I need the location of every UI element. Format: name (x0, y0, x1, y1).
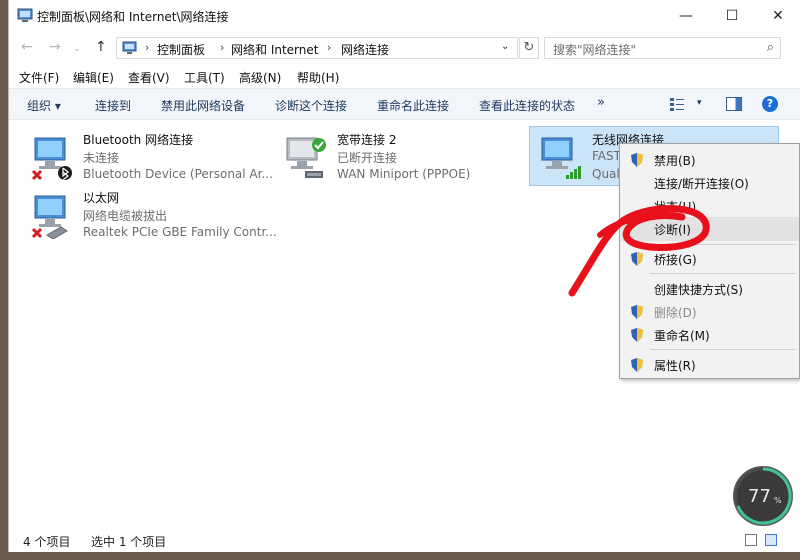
change-view-icon[interactable] (670, 97, 684, 111)
ctx-label: 删除(D) (654, 306, 697, 320)
menu-view[interactable]: 查看(V) (128, 69, 170, 86)
ctx-label: 重命名(M) (654, 329, 710, 343)
breadcrumb-separator-icon[interactable]: › (220, 41, 224, 54)
menu-tools[interactable]: 工具(T) (184, 69, 225, 86)
search-placeholder: 搜索"网络连接" (553, 43, 637, 57)
search-input[interactable]: 搜索"网络连接" ⌕ (544, 37, 781, 59)
ctx-rename[interactable]: 重命名(M) (621, 323, 799, 347)
speed-value: 77 (748, 486, 771, 507)
ctx-separator (650, 349, 796, 350)
status-bar: 4 个项目 选中 1 个项目 (9, 528, 800, 552)
ctx-label: 禁用(B) (654, 154, 696, 168)
connection-device: Realtek PCIe GBE Family Contr... (83, 225, 277, 239)
title-bar: 控制面板\网络和 Internet\网络连接 — ☐ ✕ (9, 0, 800, 32)
rename-connection-button[interactable]: 重命名此连接 (377, 97, 449, 114)
close-button[interactable]: ✕ (755, 0, 800, 32)
breadcrumb-separator-icon[interactable]: › (327, 41, 331, 54)
connection-item-bluetooth[interactable]: Bluetooth 网络连接 未连接 Bluetooth Device (Per… (21, 127, 273, 187)
connect-to-button[interactable]: 连接到 (95, 97, 131, 114)
uac-shield-icon (631, 153, 643, 167)
recent-locations-chevron-icon[interactable]: ⌄ (73, 44, 81, 54)
connection-name: 宽带连接 2 (337, 133, 397, 147)
ctx-disable[interactable]: 禁用(B) (621, 148, 799, 172)
view-options-dropdown-icon[interactable]: ▾ (697, 98, 702, 108)
up-arrow-icon[interactable]: ↑ (95, 39, 107, 55)
speed-widget[interactable]: 77 % (733, 466, 793, 526)
ctx-label: 属性(R) (654, 359, 696, 373)
network-monitor-icon (286, 137, 326, 178)
ctx-connect-disconnect[interactable]: 连接/断开连接(O) (621, 171, 799, 195)
menu-help[interactable]: 帮助(H) (297, 69, 339, 86)
connection-status: 已断开连接 (337, 151, 398, 165)
breadcrumb-network-internet[interactable]: 网络和 Internet (231, 41, 318, 58)
command-bar: 组织 ▾ 连接到 禁用此网络设备 诊断这个连接 重命名此连接 查看此连接的状态 … (9, 88, 800, 120)
refresh-button[interactable]: ↻ (519, 37, 539, 59)
network-monitor-icon (31, 137, 72, 181)
uac-shield-icon (631, 305, 643, 319)
connection-status: 网络电缆被拔出 (83, 209, 168, 223)
menu-bar: 文件(F) 编辑(E) 查看(V) 工具(T) 高级(N) 帮助(H) (9, 66, 800, 88)
more-commands-chevron-icon[interactable]: » (597, 95, 605, 110)
connection-item-broadband[interactable]: 宽带连接 2 已断开连接 WAN Miniport (PPPOE) (275, 127, 525, 187)
details-view-icon[interactable] (745, 534, 757, 546)
speed-unit: % (774, 496, 782, 505)
search-icon[interactable]: ⌕ (767, 40, 774, 55)
forward-arrow-icon[interactable]: → (49, 39, 61, 55)
breadcrumb-control-panel[interactable]: 控制面板 (157, 41, 205, 58)
address-bar[interactable]: › 控制面板 › 网络和 Internet › 网络连接 ⌄ (116, 37, 518, 59)
network-monitor-icon (31, 195, 68, 239)
tiles-view-icon[interactable] (765, 534, 777, 546)
control-panel-icon (17, 8, 33, 22)
organize-button[interactable]: 组织 ▾ (27, 97, 61, 114)
item-count: 4 个项目 (23, 535, 71, 549)
connection-name: 以太网 (83, 191, 120, 205)
uac-shield-icon (631, 328, 643, 342)
network-monitor-icon (541, 137, 581, 179)
menu-file[interactable]: 文件(F) (19, 69, 59, 86)
connection-device: WAN Miniport (PPPOE) (337, 167, 471, 181)
view-status-button[interactable]: 查看此连接的状态 (479, 97, 575, 114)
diagnose-connection-button[interactable]: 诊断这个连接 (275, 97, 347, 114)
connection-status: 未连接 (83, 151, 120, 165)
uac-shield-icon (631, 358, 643, 372)
control-panel-location-icon (122, 41, 137, 54)
red-annotation-circle (568, 205, 710, 297)
window-title: 控制面板\网络和 Internet\网络连接 (37, 10, 229, 24)
disable-device-button[interactable]: 禁用此网络设备 (161, 97, 245, 114)
menu-edit[interactable]: 编辑(E) (73, 69, 114, 86)
ctx-label: 连接/断开连接(O) (654, 177, 749, 191)
menu-advanced[interactable]: 高级(N) (239, 69, 281, 86)
help-icon[interactable]: ? (762, 96, 778, 112)
address-row: ← → ⌄ ↑ › 控制面板 › 网络和 Internet › 网络连接 ⌄ ↻… (9, 33, 800, 63)
breadcrumb-network-connections[interactable]: 网络连接 (341, 41, 389, 58)
breadcrumb-separator-icon[interactable]: › (145, 41, 149, 54)
connection-device: Bluetooth Device (Personal Ar... (83, 167, 273, 181)
connection-item-ethernet[interactable]: 以太网 网络电缆被拔出 Realtek PCIe GBE Family Cont… (21, 185, 277, 245)
ctx-properties[interactable]: 属性(R) (621, 353, 799, 377)
back-arrow-icon[interactable]: ← (21, 39, 33, 55)
selected-count: 选中 1 个项目 (91, 535, 167, 549)
maximize-button[interactable]: ☐ (709, 0, 755, 32)
minimize-button[interactable]: — (663, 0, 709, 32)
address-dropdown-icon[interactable]: ⌄ (501, 41, 509, 52)
preview-pane-icon[interactable] (726, 97, 742, 111)
connection-name: Bluetooth 网络连接 (83, 133, 194, 147)
